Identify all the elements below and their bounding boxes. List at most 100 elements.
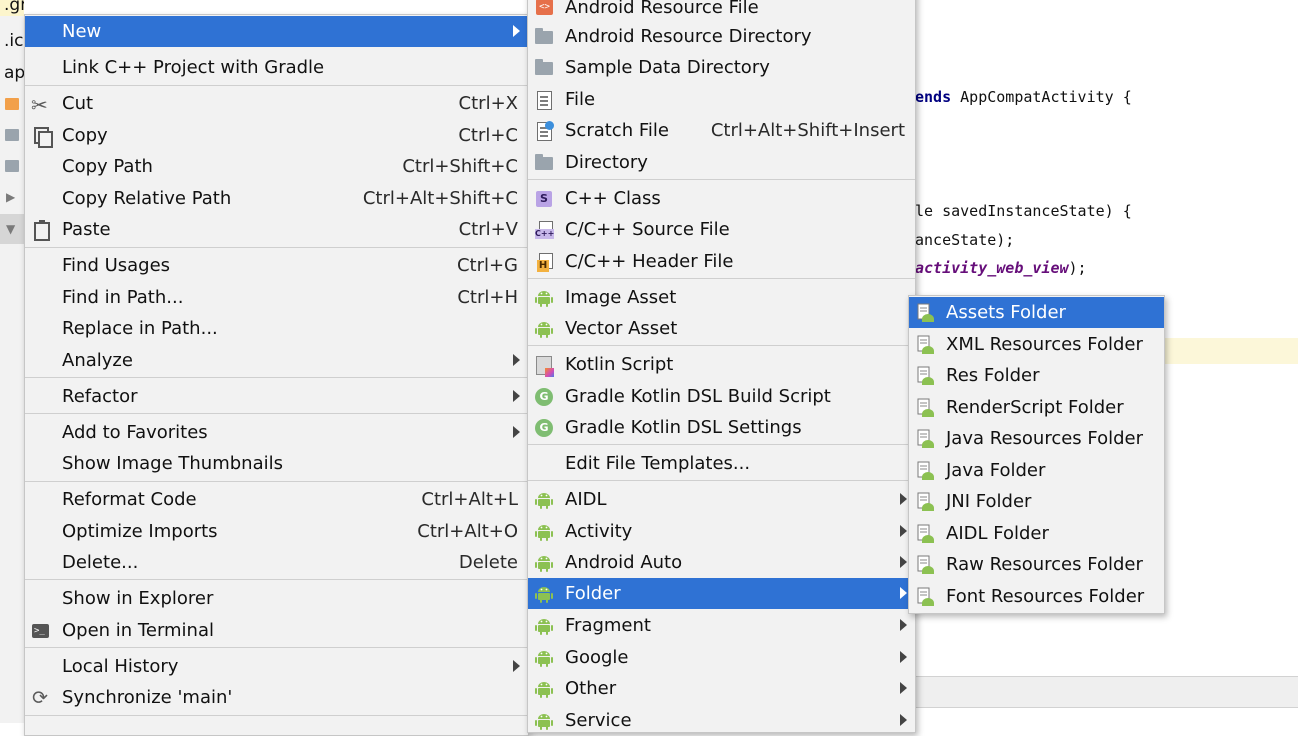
menu-item-scratch-file[interactable]: Scratch File Ctrl+Alt+Shift+Insert — [528, 115, 915, 146]
menu-item-find-usages[interactable]: Find Usages Ctrl+G — [25, 250, 528, 281]
android-folder-icon — [915, 429, 935, 449]
menu-item-gradle-kotlin-settings[interactable]: G Gradle Kotlin DSL Settings — [528, 412, 915, 443]
menu-item-java-resources-folder[interactable]: Java Resources Folder — [909, 423, 1164, 454]
scratch-file-icon — [534, 121, 554, 141]
menu-item-font-resources-folder[interactable]: Font Resources Folder — [909, 581, 1164, 612]
folder-icon — [534, 153, 554, 173]
menu-item-replace-in-path[interactable]: Replace in Path... — [25, 313, 528, 344]
menu-item-directory[interactable]: Directory — [528, 147, 915, 178]
menu-item-vector-asset[interactable]: Vector Asset — [528, 313, 915, 344]
menu-item-link-cpp[interactable]: Link C++ Project with Gradle — [25, 52, 528, 83]
menu-item-show-image-thumbnails[interactable]: Show Image Thumbnails — [25, 448, 528, 479]
menu-item-google[interactable]: Google — [528, 642, 915, 673]
menu-item-add-to-favorites[interactable]: Add to Favorites — [25, 417, 528, 448]
folder-submenu: Assets Folder XML Resources Folder Res F… — [908, 295, 1165, 614]
submenu-arrow-icon — [513, 25, 520, 37]
menu-item-file[interactable]: File — [528, 84, 915, 115]
menu-item-reformat-code[interactable]: Reformat Code Ctrl+Alt+L — [25, 484, 528, 515]
menu-item-aidl[interactable]: AIDL — [528, 484, 915, 515]
cpp-class-icon: S — [534, 189, 554, 209]
menu-item-folder[interactable]: Folder — [528, 578, 915, 609]
submenu-arrow-icon — [900, 619, 907, 631]
separator — [25, 647, 528, 648]
kotlin-icon — [534, 355, 554, 377]
menu-item-assets-folder[interactable]: Assets Folder — [909, 297, 1164, 328]
menu-item-open-in-terminal[interactable]: >_ Open in Terminal — [25, 615, 528, 646]
android-folder-icon — [915, 555, 935, 575]
android-icon — [534, 679, 554, 699]
menu-item-cut[interactable]: ✂ Cut Ctrl+X — [25, 88, 528, 119]
tree-item-idea[interactable]: .ic — [4, 31, 23, 51]
submenu-arrow-icon — [900, 525, 907, 537]
menu-item-local-history[interactable]: Local History — [25, 651, 528, 682]
menu-item-aidl-folder[interactable]: AIDL Folder — [909, 518, 1164, 549]
separator — [528, 345, 915, 346]
menu-item-android-auto[interactable]: Android Auto — [528, 547, 915, 578]
separator — [25, 247, 528, 248]
menu-item-service[interactable]: Service — [528, 705, 915, 732]
android-icon — [534, 616, 554, 636]
menu-item-sample-data-directory[interactable]: Sample Data Directory — [528, 52, 915, 83]
code-line-oncreate: le savedInstanceState) { — [915, 202, 1132, 220]
submenu-arrow-icon — [513, 390, 520, 402]
separator — [528, 444, 915, 445]
menu-item-optimize-imports[interactable]: Optimize Imports Ctrl+Alt+O — [25, 516, 528, 547]
submenu-arrow-icon — [900, 587, 907, 599]
copy-icon — [31, 126, 53, 148]
menu-item-cpp-header-file[interactable]: H C/C++ Header File — [528, 246, 915, 277]
menu-item-copy[interactable]: Copy Ctrl+C — [25, 120, 528, 151]
menu-item-other[interactable]: Other — [528, 673, 915, 704]
code-line-setcontent: activity_web_view); — [915, 259, 1087, 277]
separator — [25, 85, 528, 86]
separator — [25, 377, 528, 378]
sync-icon: ⟳ — [32, 687, 48, 709]
menu-item-copy-path[interactable]: Copy Path Ctrl+Shift+C — [25, 151, 528, 182]
menu-item-jni-folder[interactable]: JNI Folder — [909, 486, 1164, 517]
android-icon — [534, 711, 554, 731]
menu-item-raw-resources-folder[interactable]: Raw Resources Folder — [909, 549, 1164, 580]
menu-item-cpp-source-file[interactable]: C++ C/C++ Source File — [528, 214, 915, 245]
menu-item-android-resource-directory[interactable]: Android Resource Directory — [528, 21, 915, 52]
menu-item-copy-relative-path[interactable]: Copy Relative Path Ctrl+Alt+Shift+C — [25, 183, 528, 214]
menu-item-find-in-path[interactable]: Find in Path... Ctrl+H — [25, 282, 528, 313]
collapse-arrow-icon[interactable]: ▼ — [6, 222, 15, 236]
scissors-icon: ✂ — [31, 93, 48, 117]
separator — [25, 579, 528, 580]
menu-item-renderscript-folder[interactable]: RenderScript Folder — [909, 392, 1164, 423]
gradle-icon: G — [534, 387, 554, 407]
menu-item-image-asset[interactable]: Image Asset — [528, 282, 915, 313]
gradle-icon: G — [534, 418, 554, 438]
menu-item-gradle-kotlin-build-script[interactable]: G Gradle Kotlin DSL Build Script — [528, 381, 915, 412]
menu-item-edit-file-templates[interactable]: Edit File Templates... — [528, 448, 915, 479]
project-tree: .gradle .ic ap ▶ ▼ — [0, 0, 24, 723]
menu-item-fragment[interactable]: Fragment — [528, 610, 915, 641]
android-icon — [534, 288, 554, 308]
menu-item-kotlin-script[interactable]: Kotlin Script — [528, 349, 915, 380]
tree-item-app[interactable]: ap — [4, 63, 24, 83]
menu-item-new[interactable]: New — [25, 16, 528, 47]
submenu-arrow-icon — [900, 682, 907, 694]
menu-item-java-folder[interactable]: Java Folder — [909, 455, 1164, 486]
separator — [528, 480, 915, 481]
submenu-arrow-icon — [900, 556, 907, 568]
android-folder-icon — [915, 335, 935, 355]
menu-item-show-in-explorer[interactable]: Show in Explorer — [25, 583, 528, 614]
menu-item-activity[interactable]: Activity — [528, 516, 915, 547]
menu-item-res-folder[interactable]: Res Folder — [909, 360, 1164, 391]
context-menu: New Link C++ Project with Gradle ✂ Cut Ctr… — [24, 14, 529, 736]
android-folder-icon — [915, 303, 935, 323]
android-icon — [534, 648, 554, 668]
menu-item-analyze[interactable]: Analyze — [25, 345, 528, 376]
orange-folder-icon — [5, 98, 19, 110]
menu-item-delete[interactable]: Delete... Delete — [25, 547, 528, 578]
menu-item-synchronize[interactable]: ⟳ Synchronize 'main' — [25, 682, 528, 713]
tree-item-gradle[interactable]: .gradle — [4, 0, 24, 15]
menu-item-refactor[interactable]: Refactor — [25, 381, 528, 412]
menu-item-paste[interactable]: Paste Ctrl+V — [25, 214, 528, 245]
expand-arrow-icon[interactable]: ▶ — [6, 190, 15, 204]
paste-icon — [31, 220, 51, 241]
menu-item-cpp-class[interactable]: S C++ Class — [528, 183, 915, 214]
android-folder-icon — [915, 461, 935, 481]
menu-item-android-resource-file[interactable]: <> Android Resource File — [528, 0, 915, 23]
menu-item-xml-resources-folder[interactable]: XML Resources Folder — [909, 329, 1164, 360]
